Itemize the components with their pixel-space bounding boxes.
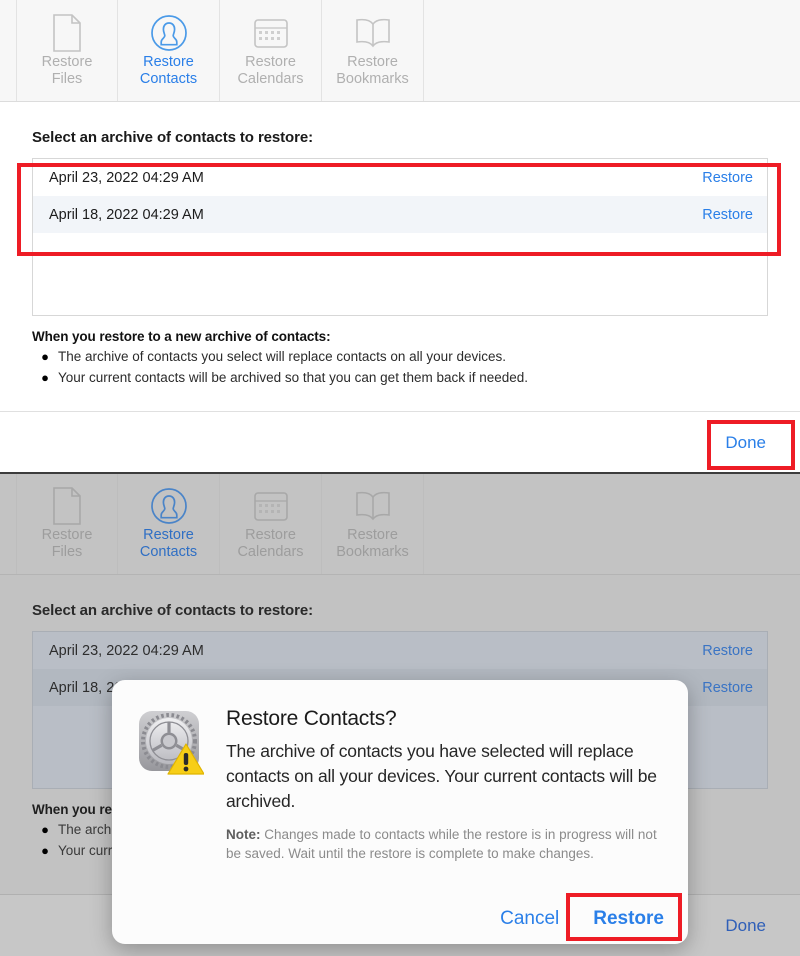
restore-content: Select an archive of contacts to restore…: [0, 102, 800, 386]
bullet-icon: ●: [32, 821, 58, 838]
tab-restore-contacts[interactable]: Restore Contacts: [118, 0, 220, 101]
dialog-note-label: Note:: [226, 827, 261, 842]
restore-link[interactable]: Restore: [702, 207, 753, 223]
tab-restore-files[interactable]: Restore Files: [16, 473, 118, 574]
restore-link[interactable]: Restore: [702, 680, 753, 696]
restore-tabbar-dimmed: Restore Files Restore Contacts Restore C…: [0, 473, 800, 575]
table-row[interactable]: April 23, 2022 04:29 AM Restore: [33, 632, 767, 669]
note-text: Your current contacts will be archived s…: [58, 369, 528, 386]
document-icon: [52, 485, 82, 527]
dialog-text: Restore Contacts? The archive of contact…: [208, 706, 662, 863]
document-icon: [52, 12, 82, 54]
tab-restore-bookmarks[interactable]: Restore Bookmarks: [322, 473, 424, 574]
dialog-body: Restore Contacts? The archive of contact…: [112, 680, 688, 863]
restore-link[interactable]: Restore: [702, 170, 753, 186]
bookmarks-icon: [354, 485, 392, 527]
tab-restore-files[interactable]: Restore Files: [16, 0, 118, 101]
archive-list[interactable]: April 23, 2022 04:29 AM Restore April 18…: [32, 158, 768, 316]
system-preferences-gear-warning-icon: [138, 706, 208, 863]
dialog-actions: Cancel Restore: [500, 908, 664, 930]
restore-tabbar: Restore Files Restore Contacts Restore C…: [0, 0, 800, 102]
notes-section: When you restore to a new archive of con…: [32, 316, 768, 386]
note-text: The archive of contacts you select will …: [58, 348, 506, 365]
calendar-icon: [254, 12, 288, 54]
screenshot-root: Restore Files Restore Contacts Restore C…: [0, 0, 800, 956]
bullet-icon: ●: [32, 842, 58, 859]
tab-label: Restore Calendars: [237, 54, 303, 88]
cancel-button[interactable]: Cancel: [500, 908, 559, 930]
restore-link[interactable]: Restore: [702, 643, 753, 659]
page-title: Select an archive of contacts to restore…: [32, 575, 768, 631]
table-row[interactable]: April 18, 2022 04:29 AM Restore: [33, 196, 767, 233]
done-button[interactable]: Done: [725, 433, 766, 453]
notes-title: When you restore to a new archive of con…: [32, 329, 768, 344]
list-item: ● The archive of contacts you select wil…: [32, 348, 768, 365]
restore-confirm-dialog: Restore Contacts? The archive of contact…: [112, 680, 688, 944]
table-row[interactable]: April 23, 2022 04:29 AM Restore: [33, 159, 767, 196]
panel-divider: [0, 472, 800, 474]
tab-label: Restore Files: [42, 527, 93, 561]
tab-label: Restore Contacts: [140, 527, 197, 561]
page-title: Select an archive of contacts to restore…: [32, 102, 768, 158]
calendar-icon: [254, 485, 288, 527]
bookmarks-icon: [354, 12, 392, 54]
tab-restore-calendars[interactable]: Restore Calendars: [220, 473, 322, 574]
tab-label: Restore Bookmarks: [336, 54, 409, 88]
tab-label: Restore Bookmarks: [336, 527, 409, 561]
tab-restore-calendars[interactable]: Restore Calendars: [220, 0, 322, 101]
tab-label: Restore Files: [42, 54, 93, 88]
tab-restore-bookmarks[interactable]: Restore Bookmarks: [322, 0, 424, 101]
archive-date: April 18, 2022 04:29 AM: [49, 207, 204, 223]
contacts-icon: [150, 485, 188, 527]
contacts-icon: [150, 12, 188, 54]
dialog-note-text: Changes made to contacts while the resto…: [226, 827, 657, 861]
tab-label: Restore Calendars: [237, 527, 303, 561]
pane-footer: Done: [0, 411, 800, 473]
archive-date: April 23, 2022 04:29 AM: [49, 170, 204, 186]
restore-confirm-button[interactable]: Restore: [593, 908, 664, 930]
tab-label: Restore Contacts: [140, 54, 197, 88]
done-button[interactable]: Done: [725, 916, 766, 936]
bullet-icon: ●: [32, 348, 58, 365]
dialog-title: Restore Contacts?: [226, 706, 662, 732]
tab-restore-contacts[interactable]: Restore Contacts: [118, 473, 220, 574]
archive-date: April 23, 2022 04:29 AM: [49, 643, 204, 659]
dialog-message: The archive of contacts you have selecte…: [226, 739, 662, 814]
list-item: ● Your current contacts will be archived…: [32, 369, 768, 386]
restore-pane-active: Restore Files Restore Contacts Restore C…: [0, 0, 800, 473]
dialog-note: Note: Changes made to contacts while the…: [226, 825, 662, 863]
bullet-icon: ●: [32, 369, 58, 386]
